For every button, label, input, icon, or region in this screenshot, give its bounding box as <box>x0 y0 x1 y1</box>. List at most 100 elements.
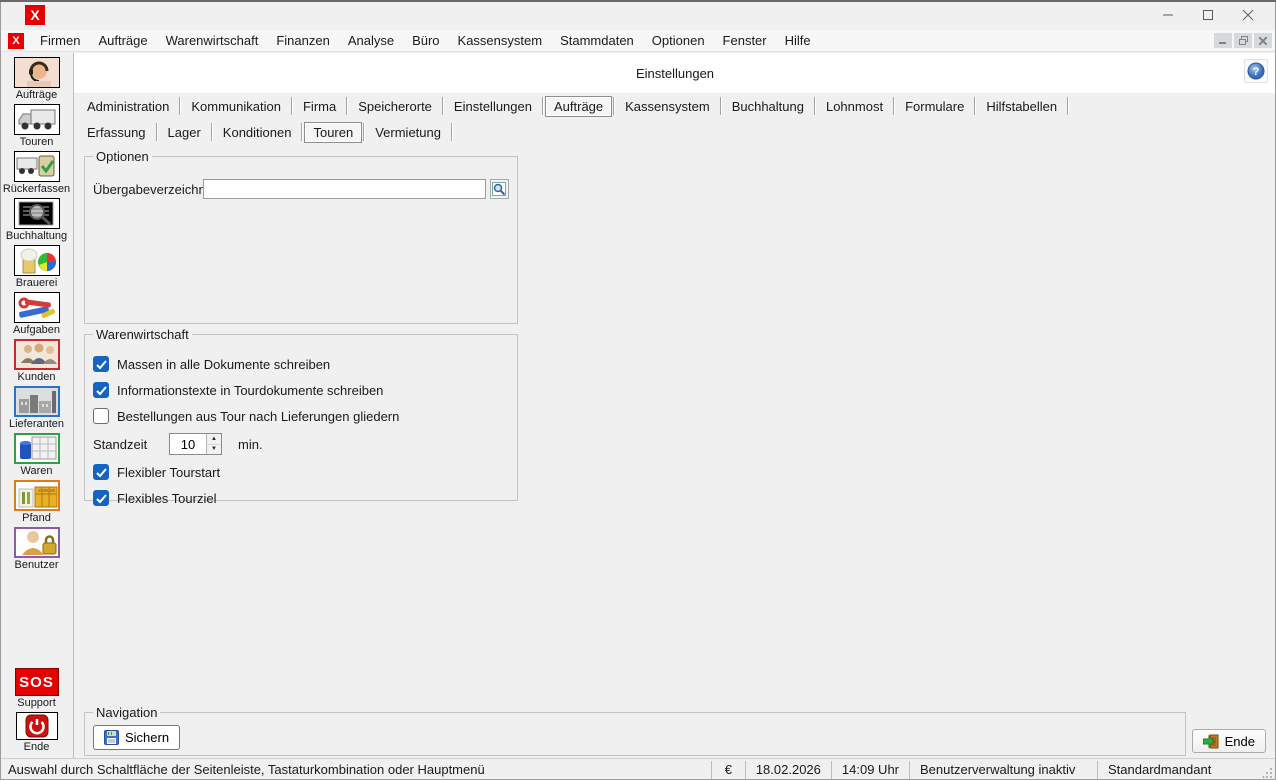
status-date: 18.02.2026 <box>745 761 831 779</box>
status-currency: € <box>711 761 745 779</box>
menu-firmen[interactable]: Firmen <box>31 31 89 50</box>
help-button[interactable]: ? <box>1244 59 1268 83</box>
sichern-button[interactable]: Sichern <box>93 725 180 750</box>
checkbox-infotexte[interactable] <box>93 382 109 398</box>
tab-divider <box>1067 97 1069 115</box>
menu-optionen[interactable]: Optionen <box>643 31 714 50</box>
sidebar-item-support[interactable]: SOS Support <box>0 668 74 712</box>
window-maximize-button[interactable] <box>1188 0 1228 30</box>
tab-divider <box>211 123 213 141</box>
content-header: Einstellungen ? <box>74 53 1276 93</box>
spinner-down-button[interactable]: ▼ <box>207 445 221 455</box>
mdi-document-icon: X <box>8 33 24 49</box>
tab-divider <box>451 123 453 141</box>
sidebar-label: Rückerfassen <box>3 183 70 195</box>
sidebar-item-touren[interactable]: Touren <box>0 104 74 151</box>
tab-lohnmost[interactable]: Lohnmost <box>817 96 892 117</box>
checkbox-massen[interactable] <box>93 356 109 372</box>
sidebar-label: Ende <box>24 741 50 753</box>
save-floppy-icon <box>104 730 119 745</box>
tab-formulare[interactable]: Formulare <box>896 96 973 117</box>
checkbox-row-bestellungen[interactable]: Bestellungen aus Tour nach Lieferungen g… <box>93 403 509 429</box>
uebergabeverzeichnis-input[interactable] <box>203 179 486 199</box>
tab-vermietung[interactable]: Vermietung <box>366 122 450 143</box>
checkbox-row-tourziel[interactable]: Flexibles Tourziel <box>93 485 509 511</box>
tab-kommunikation[interactable]: Kommunikation <box>182 96 290 117</box>
sidebar-label: Benutzer <box>14 559 58 571</box>
checkbox-row-massen[interactable]: Massen in alle Dokumente schreiben <box>93 351 509 377</box>
checkbox-tourziel[interactable] <box>93 490 109 506</box>
sidebar-item-benutzer[interactable]: Benutzer <box>0 527 74 574</box>
checkbox-label: Flexibler Tourstart <box>117 465 220 480</box>
sidebar-item-lieferanten[interactable]: Lieferanten <box>0 386 74 433</box>
menu-analyse[interactable]: Analyse <box>339 31 403 50</box>
standzeit-spinner[interactable]: ▲ ▼ <box>169 433 222 455</box>
tab-divider <box>613 97 615 115</box>
tools-icon <box>14 292 60 323</box>
sidebar-label: Support <box>17 697 56 709</box>
sos-icon: SOS <box>15 668 59 696</box>
sidebar-item-buchhaltung[interactable]: Buchhaltung <box>0 198 74 245</box>
checkbox-tourstart[interactable] <box>93 464 109 480</box>
tab-administration[interactable]: Administration <box>78 96 178 117</box>
sidebar-label: Brauerei <box>16 277 58 289</box>
checkbox-bestellungen[interactable] <box>93 408 109 424</box>
close-icon <box>1259 37 1267 45</box>
checkbox-label: Bestellungen aus Tour nach Lieferungen g… <box>117 409 399 424</box>
tab-divider <box>893 97 895 115</box>
uebergabeverzeichnis-label: Übergabeverzeichnis <box>93 182 203 197</box>
sidebar-item-waren[interactable]: Waren <box>0 433 74 480</box>
menu-stammdaten[interactable]: Stammdaten <box>551 31 643 50</box>
tab-buchhaltung[interactable]: Buchhaltung <box>723 96 813 117</box>
sidebar-label: Aufgaben <box>13 324 60 336</box>
menu-buero[interactable]: Büro <box>403 31 448 50</box>
mdi-restore-button[interactable] <box>1234 33 1252 48</box>
tab-touren-selected[interactable]: Touren <box>304 122 362 143</box>
sidebar-item-ende[interactable]: Ende <box>0 712 74 758</box>
container-barrel-icon <box>14 433 60 464</box>
menu-finanzen[interactable]: Finanzen <box>267 31 338 50</box>
checkbox-row-infotexte[interactable]: Informationstexte in Tourdokumente schre… <box>93 377 509 403</box>
menu-kassensystem[interactable]: Kassensystem <box>449 31 552 50</box>
tab-speicherorte[interactable]: Speicherorte <box>349 96 441 117</box>
tab-divider <box>720 97 722 115</box>
window-minimize-button[interactable] <box>1148 0 1188 30</box>
sidebar-item-rueckerfassen[interactable]: Rückerfassen <box>0 151 74 198</box>
checkbox-row-tourstart[interactable]: Flexibler Tourstart <box>93 459 509 485</box>
ende-button[interactable]: Ende <box>1192 729 1266 753</box>
user-lock-icon <box>14 527 60 558</box>
optionen-group-title: Optionen <box>93 149 152 164</box>
tab-konditionen[interactable]: Konditionen <box>214 122 301 143</box>
resize-grip[interactable] <box>1262 762 1274 780</box>
tab-divider <box>346 97 348 115</box>
menu-hilfe[interactable]: Hilfe <box>776 31 820 50</box>
mdi-minimize-button[interactable] <box>1214 33 1232 48</box>
tab-hilfstabellen[interactable]: Hilfstabellen <box>977 96 1066 117</box>
tab-erfassung[interactable]: Erfassung <box>78 122 155 143</box>
tab-einstellungen[interactable]: Einstellungen <box>445 96 541 117</box>
mdi-close-button[interactable] <box>1254 33 1272 48</box>
menu-warenwirtschaft[interactable]: Warenwirtschaft <box>157 31 268 50</box>
sidebar-label: Pfand <box>22 512 51 524</box>
tab-auftraege-selected[interactable]: Aufträge <box>545 96 612 117</box>
menu-fenster[interactable]: Fenster <box>714 31 776 50</box>
minimize-icon <box>1219 37 1227 45</box>
tab-divider <box>291 97 293 115</box>
sidebar-item-kunden[interactable]: Kunden <box>0 339 74 386</box>
sidebar-item-brauerei[interactable]: Brauerei <box>0 245 74 292</box>
tab-kassensystem[interactable]: Kassensystem <box>616 96 719 117</box>
window-top-edge <box>0 0 1276 2</box>
sidebar-item-aufgaben[interactable]: Aufgaben <box>0 292 74 339</box>
titlebar: X <box>0 0 1276 30</box>
browse-directory-button[interactable] <box>490 179 509 199</box>
sidebar-item-auftraege[interactable]: Aufträge <box>0 57 74 104</box>
sidebar-item-pfand[interactable]: Pfand <box>0 480 74 527</box>
tab-lager[interactable]: Lager <box>159 122 210 143</box>
window-close-button[interactable] <box>1228 0 1268 30</box>
tab-firma[interactable]: Firma <box>294 96 345 117</box>
menu-auftraege[interactable]: Aufträge <box>89 31 156 50</box>
check-icon <box>96 467 107 478</box>
standzeit-input[interactable] <box>170 434 206 454</box>
spinner-up-button[interactable]: ▲ <box>207 434 221 445</box>
maximize-icon <box>1202 9 1214 21</box>
